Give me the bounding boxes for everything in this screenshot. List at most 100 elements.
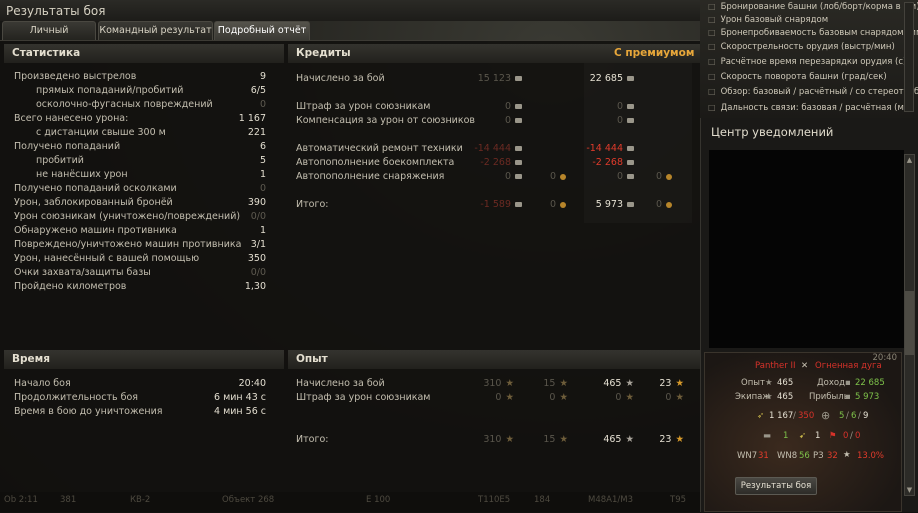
tab-bar: Личный результат Командный результат Под… [0,21,700,54]
experience-panel: Начислено за бой 310 ★ 15 ★ 465 ★ 23 ★ Штраф… [296,377,692,447]
credits-icon [627,146,634,151]
wn7-value: 31 [758,451,769,461]
credits-icon [515,174,522,179]
param-item: Обзор: базовый / расчётный / со стереотр… [708,85,918,98]
crew-star-icon: ★ [765,392,773,402]
stat-row: осколочно-фугасных повреждений 0 [36,99,266,110]
card-exp-value: 465 [777,378,794,388]
card-income-label: Доход [817,378,845,388]
vehicle-label[interactable]: КВ-2 [130,495,150,505]
gold-icon [666,201,672,208]
xp-base: 0 ★ [495,392,514,403]
tab-personal[interactable]: Личный результат [2,21,96,54]
card-crew-value: 465 [777,392,794,402]
time-row: Продолжительность боя 6 мин 43 с [14,392,266,403]
tab-detailed[interactable]: Подробный отчёт [214,21,310,40]
stat-row: Повреждено/уничтожено машин противника 3/… [14,239,266,250]
stat-row: Обнаружено машин противника 1 [14,225,266,236]
card-profit-label: Прибыль [809,392,849,402]
gold-total-premium: 0 [636,198,672,212]
vehicle-label[interactable]: Ob 2:11 [4,495,38,505]
tab-team[interactable]: Командный результат [98,21,213,40]
wn8-value: 56 [799,451,810,461]
vehicle-label[interactable]: Т95 [670,495,686,505]
spot-icon: ➹ [799,431,807,441]
bottom-vehicle-strip: Ob 2:11 381 КВ-2 Объект 268 Е 100 Т110Е5… [0,492,700,512]
window-title: Результаты боя [6,4,106,18]
card-exp-label: Опыт [741,378,765,388]
window-titlebar: Результаты боя [0,0,700,21]
vehicle-label[interactable]: Т110Е5 [478,495,510,505]
xp-row-label: Начислено за бой [296,378,385,389]
credit-premium: 0 [536,100,634,114]
free-xp-base: 0 ★ [549,392,568,403]
free-xp-premium: 23 ★ [659,378,684,389]
scroll-down-icon[interactable]: ▼ [905,485,914,495]
stat-row: Всего нанесено урона: 1 167 [14,113,266,124]
pct-value: 13.0% [857,451,885,461]
stat-row: Урон, заблокированный бронёй 390 [14,197,266,208]
xp-star-icon: ★ [625,378,634,389]
credit-base: -2 268 [426,156,522,170]
tank-parameters-panel: Бронирование башни (лоб/борт/корма в мм)… [700,0,918,118]
credits-icon [515,104,522,109]
gold-icon [666,173,672,180]
param-item: Бронирование башни (лоб/борт/корма в мм) [708,0,918,13]
stat-row: пробитий 5 [36,155,266,166]
scrollbar[interactable] [904,2,914,112]
stat-row: Очки захвата/защиты базы 0/0 [14,267,266,278]
battle-results-button[interactable]: Результаты боя [735,477,817,495]
card-hits3: 9 [863,411,869,421]
slash-separator: / [793,411,796,421]
free-xp-premium: 0 ★ [665,392,684,403]
vehicle-label[interactable]: Объект 268 [222,495,274,505]
free-xp-icon: ★ [559,434,568,445]
xp-star-icon: ★ [505,378,514,389]
xp-star-icon: ★ [625,392,634,403]
param-item: Скорость поворота башни (град/сек) [708,70,887,83]
destroyed-icon: ✕ [801,361,809,371]
free-xp-icon: ★ [675,378,684,389]
credit-premium: 0 [536,114,634,128]
card-damage-received: 350 [798,411,815,421]
xp-row-label: Штраф за урон союзникам [296,392,431,403]
vehicle-label[interactable]: M48A1/M3 [588,495,633,505]
xp-premium: 465 ★ [603,378,634,389]
xp-total-base: 310 ★ [483,434,514,445]
stat-row: Получено попаданий осколками 0 [14,183,266,194]
credits-icon [515,76,522,81]
free-xp-icon: ★ [675,392,684,403]
vehicle-label[interactable]: 381 [60,495,76,505]
credit-premium: 22 685 [536,72,634,86]
stat-row: прямых попаданий/пробитий 6/5 [36,85,266,96]
credits-icon [627,202,634,207]
credits-icon: ▪ [845,392,851,402]
param-item: Расчётное время перезарядки орудия (с) [708,55,907,68]
notification-scrollbar[interactable]: ▲ ▼ [904,154,915,496]
stat-row: Урон, нанесённый с вашей помощью 350 [14,253,266,264]
free-xp-total-base: 15 ★ [543,434,568,445]
vehicle-label[interactable]: Е 100 [366,495,390,505]
wn7-label: WN7 [737,451,758,461]
free-xp-icon: ★ [675,434,684,445]
credits-title: Кредиты [296,47,351,59]
battle-notification-card[interactable]: 20:40 Panther II ✕ Огненная дуга Опыт ★ … [704,352,902,512]
xp-premium: 0 ★ [615,392,634,403]
stat-row: не нанёсших урон 1 [36,169,266,180]
param-item: Скорострельность орудия (выстр/мин) [708,40,895,53]
card-hits: 5 [839,411,845,421]
stats-header: Статистика [4,44,284,63]
credit-total-base: -1 589 [426,198,522,212]
slash-separator: / [846,411,849,421]
credits-icon [515,146,522,151]
scroll-up-icon[interactable]: ▲ [905,155,914,165]
card-tank: Panther II [755,361,796,371]
rz-value: 32 [827,451,838,461]
scroll-thumb[interactable] [905,291,914,355]
card-kills-dim: 0 [855,431,861,441]
vehicle-label[interactable]: 184 [534,495,550,505]
experience-header: Опыт [288,350,700,369]
credit-base: 15 123 [426,72,522,86]
card-hits2: 6 [851,411,857,421]
xp-total-premium: 465 ★ [603,434,634,445]
